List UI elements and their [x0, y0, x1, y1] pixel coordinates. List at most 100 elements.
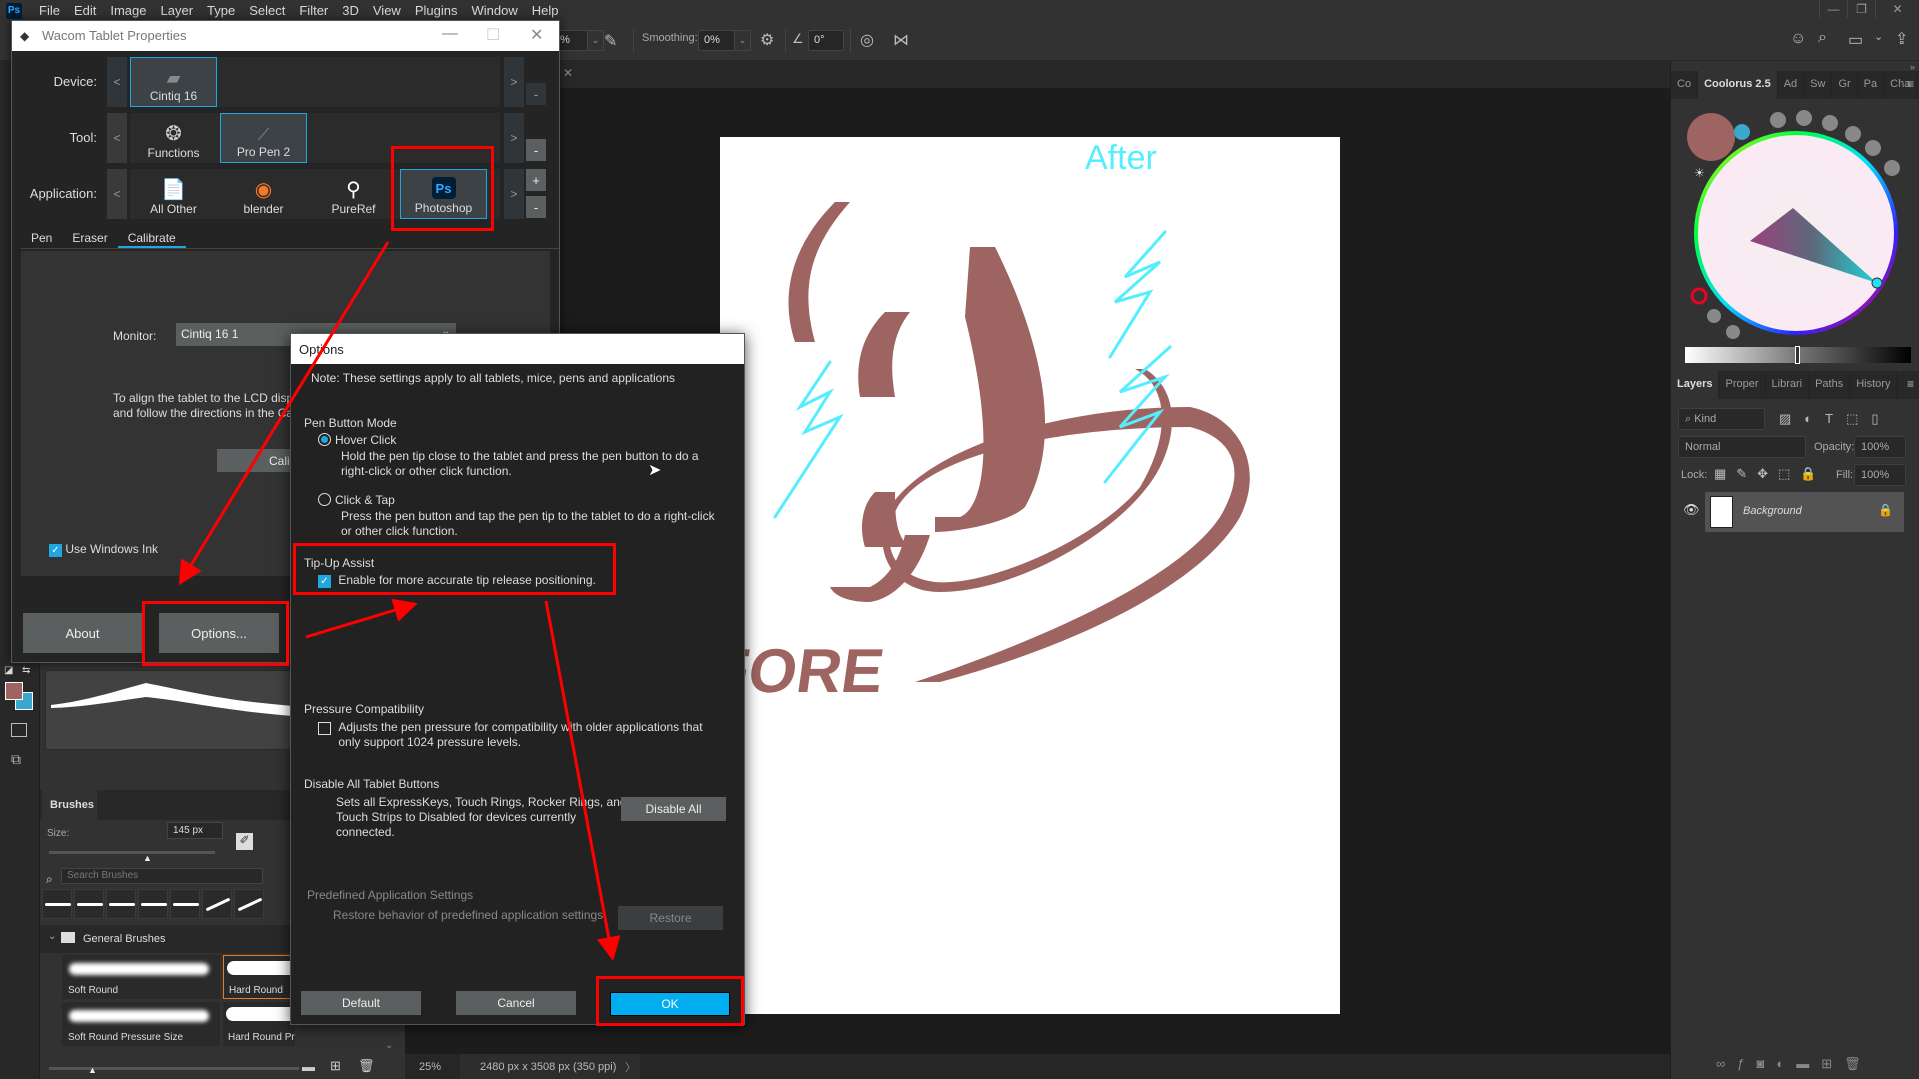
- palette-triangle-icon[interactable]: [1770, 112, 1786, 128]
- close-tab-icon[interactable]: ✕: [563, 66, 573, 80]
- menu-3d[interactable]: 3D: [335, 3, 366, 18]
- tab-libraries[interactable]: Librari: [1766, 371, 1810, 399]
- disable-all-button[interactable]: Disable All: [621, 797, 726, 821]
- application-pureref[interactable]: ⚲ PureRef: [310, 169, 397, 219]
- preview-size-slider[interactable]: [49, 1067, 299, 1070]
- new-brush-icon[interactable]: ⊞: [330, 1058, 341, 1074]
- close-button[interactable]: ✕: [530, 25, 543, 45]
- close-button[interactable]: ✕: [1875, 0, 1919, 18]
- tab-gradients[interactable]: Gr: [1832, 71, 1858, 99]
- tab-eraser[interactable]: Eraser: [62, 229, 117, 248]
- palette-diamond-icon[interactable]: [1845, 126, 1861, 142]
- search-icon[interactable]: ⌕: [1818, 29, 1827, 47]
- application-prev-button[interactable]: <: [107, 169, 127, 219]
- color-mode-ring-icon[interactable]: [1690, 287, 1708, 305]
- brightness-icon[interactable]: ☀: [1694, 166, 1705, 180]
- application-blender[interactable]: ◉ blender: [220, 169, 307, 219]
- tool-functions[interactable]: ❂ Functions: [130, 113, 217, 163]
- menu-filter[interactable]: Filter: [292, 3, 335, 18]
- tab-calibrate[interactable]: Calibrate: [117, 229, 186, 248]
- flow-dropdown[interactable]: ⌄: [588, 30, 604, 51]
- layer-filter-icons[interactable]: ▨◐T⬚▯: [1779, 411, 1892, 427]
- brush-soft-round[interactable]: Soft Round: [62, 955, 220, 999]
- eyedropper-icon[interactable]: [1726, 325, 1740, 339]
- tab-coolorus[interactable]: Coolorus 2.5: [1698, 71, 1778, 99]
- tab-brushes[interactable]: Brushes: [42, 790, 97, 820]
- blend-mode-select[interactable]: Normal: [1678, 436, 1806, 458]
- chevron-down-icon[interactable]: ⌄: [48, 931, 56, 942]
- screen-mode-icon[interactable]: ⧉: [11, 751, 21, 768]
- application-add-button[interactable]: +: [526, 169, 546, 191]
- pressure-compatibility-checkbox[interactable]: Adjusts the pen pressure for compatibili…: [318, 720, 703, 750]
- coolorus-color-wheel[interactable]: ☀: [1671, 101, 1919, 361]
- tab-patterns[interactable]: Pa: [1858, 71, 1885, 99]
- smoothing-dropdown[interactable]: ⌄: [735, 30, 751, 51]
- menu-type[interactable]: Type: [200, 3, 242, 18]
- palette-shape-icon[interactable]: [1865, 140, 1881, 156]
- recent-brush-tip[interactable]: [202, 889, 232, 919]
- size-slider[interactable]: [49, 851, 215, 854]
- tab-color[interactable]: Co: [1671, 71, 1699, 99]
- pressure-size-icon[interactable]: ◎: [860, 30, 874, 50]
- menu-select[interactable]: Select: [242, 3, 292, 18]
- tab-swatches[interactable]: Sw: [1804, 71, 1833, 99]
- restore-button[interactable]: Restore: [618, 906, 723, 930]
- menu-image[interactable]: Image: [103, 3, 153, 18]
- click-tap-radio[interactable]: Click & Tap: [318, 493, 395, 508]
- size-slider-thumb[interactable]: ▲: [143, 853, 152, 863]
- tool-pro-pen-2[interactable]: ⟋ Pro Pen 2: [220, 113, 307, 163]
- new-group-icon[interactable]: ▬: [302, 1059, 315, 1074]
- default-button[interactable]: Default: [301, 991, 421, 1015]
- scroll-down-icon[interactable]: ⌄: [385, 1040, 393, 1051]
- minimize-button[interactable]: —: [1819, 0, 1847, 18]
- application-remove-button[interactable]: -: [526, 196, 546, 218]
- device-cintiq-16[interactable]: ▰ Cintiq 16: [130, 57, 217, 107]
- workspace-icon[interactable]: ▭: [1848, 30, 1863, 50]
- device-prev-button[interactable]: <: [107, 57, 127, 107]
- fill-field[interactable]: 100%: [1854, 464, 1906, 486]
- brush-group-row[interactable]: ⌄ General Brushes: [40, 925, 330, 953]
- layer-kind-filter[interactable]: ⌕ Kind: [1678, 408, 1765, 430]
- tab-layers[interactable]: Layers: [1671, 371, 1720, 399]
- palette-hexagon-icon[interactable]: [1884, 160, 1900, 176]
- brush-soft-round-pressure[interactable]: Soft Round Pressure Size: [62, 1002, 220, 1046]
- preview-slider-thumb[interactable]: ▲: [88, 1065, 97, 1075]
- recent-brush-tip[interactable]: [170, 889, 200, 919]
- application-all-other[interactable]: 📄 All Other: [130, 169, 217, 219]
- quick-mask-icon[interactable]: [11, 723, 27, 737]
- lock-icon[interactable]: 🔒: [1878, 503, 1893, 517]
- brush-hard-round-pressure[interactable]: Hard Round Pressure Size: [223, 1002, 295, 1046]
- menu-window[interactable]: Window: [464, 3, 524, 18]
- brush-settings-icon[interactable]: ✐: [236, 833, 253, 850]
- zoom-level[interactable]: 25%: [419, 1061, 441, 1073]
- application-next-button[interactable]: >: [504, 169, 524, 219]
- use-windows-ink-checkbox[interactable]: ✓ Use Windows Ink: [49, 542, 158, 557]
- airbrush-icon[interactable]: ✎: [604, 31, 617, 51]
- recent-brush-tip[interactable]: [138, 889, 168, 919]
- gear-icon[interactable]: ⚙: [760, 30, 774, 50]
- menu-edit[interactable]: Edit: [67, 3, 103, 18]
- device-next-button[interactable]: >: [504, 57, 524, 107]
- recent-brush-tip[interactable]: [74, 889, 104, 919]
- hover-click-radio[interactable]: Hover Click: [318, 433, 396, 448]
- share-user-icon[interactable]: ☺: [1790, 30, 1806, 48]
- share-icon[interactable]: ⇪: [1895, 29, 1908, 49]
- chevron-down-icon[interactable]: ⌄: [1874, 30, 1883, 43]
- maximize-button[interactable]: ☐: [486, 25, 500, 45]
- delete-brush-icon[interactable]: 🗑: [358, 1058, 375, 1074]
- search-brushes-input[interactable]: Search Brushes: [61, 868, 263, 884]
- current-color-swatch[interactable]: [1687, 113, 1735, 161]
- menu-plugins[interactable]: Plugins: [408, 3, 465, 18]
- restore-button[interactable]: ❐: [1847, 0, 1875, 18]
- canvas[interactable]: BEFORE After: [620, 137, 1340, 1014]
- secondary-color-swatch[interactable]: [1734, 124, 1750, 140]
- document-info[interactable]: 2480 px x 3508 px (350 ppi): [460, 1054, 640, 1079]
- menu-file[interactable]: File: [32, 3, 67, 18]
- hue-picker-handle[interactable]: [1871, 277, 1883, 289]
- tab-pen[interactable]: Pen: [21, 229, 62, 248]
- tab-paths[interactable]: Paths: [1809, 371, 1851, 399]
- device-remove-button[interactable]: -: [526, 83, 546, 105]
- swap-colors-icon[interactable]: ⇆: [22, 665, 30, 676]
- minimize-button[interactable]: —: [442, 25, 458, 43]
- palette-ellipse-icon[interactable]: [1822, 115, 1838, 131]
